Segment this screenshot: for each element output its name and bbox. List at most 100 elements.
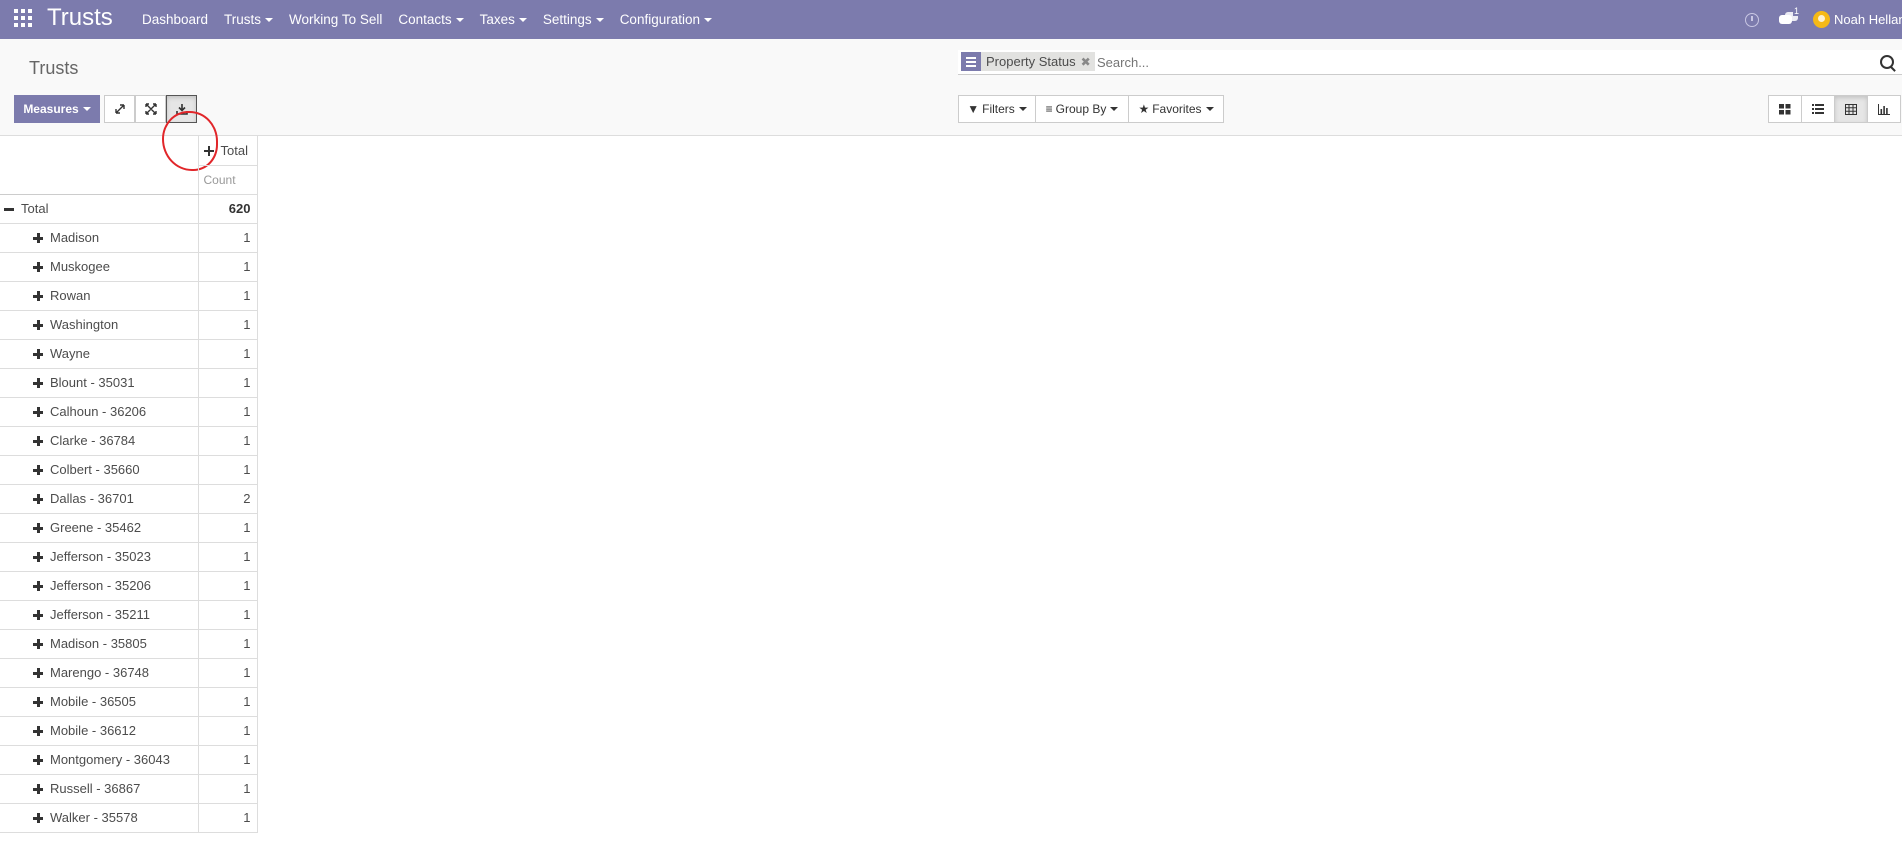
measure-header[interactable]: Count [198,165,258,195]
expand-plus-icon [33,523,43,533]
count-cell: 1 [198,455,258,485]
row-header[interactable]: Calhoun - 36206 [0,397,199,427]
filters-button[interactable]: ▼ Filters [958,95,1036,123]
measures-button[interactable]: Measures [14,95,100,123]
expand-plus-icon [33,581,43,591]
col-header-total[interactable]: Total [198,136,258,166]
download-button[interactable] [166,95,197,123]
count-cell: 1 [198,368,258,398]
row-header[interactable]: Walker - 35578 [0,803,199,833]
row-header[interactable]: Blount - 35031 [0,368,199,398]
row-header[interactable]: Dallas - 36701 [0,484,199,514]
search-icon[interactable] [1880,55,1894,69]
apps-grid-icon[interactable] [14,9,32,27]
row-header[interactable]: Jefferson - 35211 [0,600,199,630]
count-cell: 1 [198,339,258,369]
expand-plus-icon [33,320,43,330]
count-cell: 1 [198,252,258,282]
search-input[interactable] [1095,51,1799,73]
favorites-button[interactable]: ★ Favorites [1128,95,1224,123]
kanban-view-icon [1779,103,1791,114]
kanban-view-button[interactable] [1768,95,1802,123]
row-header[interactable]: Colbert - 35660 [0,455,199,485]
caret-down-icon [455,18,464,23]
groupby-icon: ≡ [1045,102,1053,116]
messaging-icon[interactable]: 1 [1779,6,1801,28]
expand-plus-icon [33,494,43,504]
row-header[interactable]: Greene - 35462 [0,513,199,543]
row-header[interactable]: Mobile - 36505 [0,687,199,717]
pivot-header-row: Total [0,136,258,166]
pivot-row: Mobile - 36505 1 [0,687,258,717]
menu-item-working-to-sell[interactable]: Working To Sell [281,12,390,27]
pivot-view-icon [1845,103,1857,115]
expand-all-button[interactable] [135,95,166,123]
row-label: Mobile - 36612 [50,723,136,738]
row-label: Calhoun - 36206 [50,404,147,419]
row-label: Jefferson - 35206 [50,578,151,593]
total-count-cell: 620 [198,194,258,224]
menu-item-label: Contacts [398,12,452,27]
row-header[interactable]: Madison [0,223,199,253]
search-bar[interactable]: Property Status ✖ [958,50,1902,75]
count-cell: 1 [198,513,258,543]
row-header[interactable]: Montgomery - 36043 [0,745,199,775]
pivot-view-button[interactable] [1834,95,1868,123]
menu-item-taxes[interactable]: Taxes [472,12,535,27]
count-cell: 1 [198,716,258,746]
graph-view-button[interactable] [1867,95,1901,123]
row-header[interactable]: Marengo - 36748 [0,658,199,688]
row-label: Dallas - 36701 [50,491,134,506]
menu-item-trusts[interactable]: Trusts [216,12,281,27]
collapse-minus-icon [4,204,14,214]
user-name[interactable]: Noah Hellan [1834,12,1902,27]
row-label: Walker - 35578 [50,810,138,825]
pivot-row: Walker - 35578 1 [0,803,258,833]
row-header-total[interactable]: Total [0,194,199,224]
menu-item-settings[interactable]: Settings [535,12,612,27]
message-count-badge: 1 [1793,5,1801,16]
menu-item-dashboard[interactable]: Dashboard [134,12,216,27]
groupby-button[interactable]: ≡ Group By [1035,95,1129,123]
row-header[interactable]: Mobile - 36612 [0,716,199,746]
pivot-row: Marengo - 36748 1 [0,658,258,688]
expand-plus-icon [33,668,43,678]
activity-clock-icon[interactable] [1745,12,1759,27]
menu-item-contacts[interactable]: Contacts [390,12,471,27]
graph-view-icon [1878,103,1890,115]
row-header[interactable]: Jefferson - 35023 [0,542,199,572]
flip-axis-button[interactable] [104,95,135,123]
row-header[interactable]: Washington [0,310,199,340]
app-brand[interactable]: Trusts [47,3,113,33]
row-header[interactable]: Clarke - 36784 [0,426,199,456]
row-header[interactable]: Muskogee [0,252,199,282]
pivot-table: Total Count Total 620 Madison 1 Muskogee 1 R… [0,136,258,833]
row-header[interactable]: Wayne [0,339,199,369]
menu-item-configuration[interactable]: Configuration [612,12,720,27]
pivot-corner-cell [0,136,199,165]
row-header[interactable]: Madison - 35805 [0,629,199,659]
pivot-measure-row: Count [0,165,258,195]
row-label: Madison - 35805 [50,636,147,651]
expand-plus-icon [33,813,43,823]
row-header[interactable]: Jefferson - 35206 [0,571,199,601]
remove-facet-icon[interactable]: ✖ [1081,55,1095,69]
row-header[interactable]: Russell - 36867 [0,774,199,804]
list-view-button[interactable] [1801,95,1835,123]
count-cell: 1 [198,571,258,601]
row-label: Colbert - 35660 [50,462,140,477]
expand-plus-icon [33,436,43,446]
row-header[interactable]: Rowan [0,281,199,311]
menu-item-label: Trusts [224,12,262,27]
count-cell: 1 [198,542,258,572]
flip-axis-icon [114,104,125,114]
user-avatar[interactable] [1813,11,1830,28]
expand-plus-icon [33,378,43,388]
groupby-facet-icon [961,52,981,71]
menu-item-label: Configuration [619,12,700,27]
expand-plus-icon [33,233,43,243]
menu-item-label: Working To Sell [289,12,383,27]
pivot-row: Blount - 35031 1 [0,368,258,398]
count-cell: 1 [198,803,258,833]
row-label: Greene - 35462 [50,520,142,535]
